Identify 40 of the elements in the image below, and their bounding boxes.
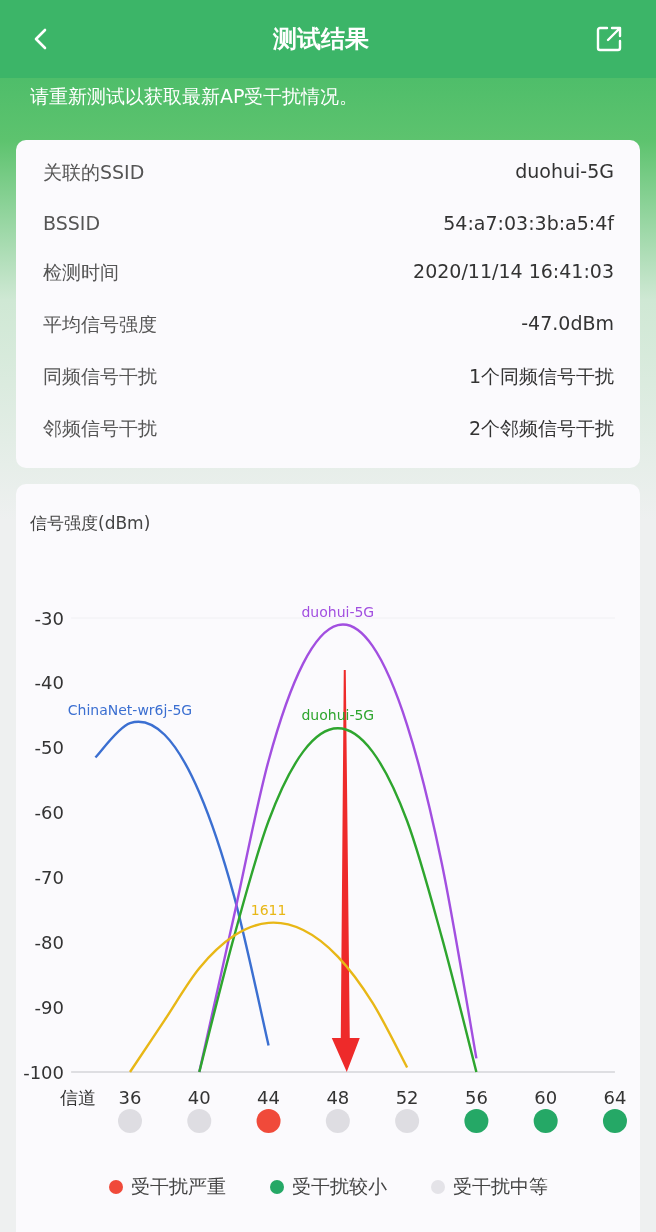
x-tick-label: 44 <box>257 1087 280 1106</box>
info-label: 关联的SSID <box>43 160 145 185</box>
info-value: 1个同频信号干扰 <box>468 364 614 389</box>
x-tick-label: 56 <box>464 1087 488 1106</box>
y-tick-label: -90 <box>34 996 64 1018</box>
y-tick-label: -60 <box>34 802 64 824</box>
curve-label: 1611 <box>250 901 287 918</box>
y-tick-label: -80 <box>34 931 64 953</box>
info-label: 邻频信号干扰 <box>43 416 157 441</box>
x-tick-label: 48 <box>326 1087 350 1106</box>
info-value: 2个邻频信号干扰 <box>468 416 614 441</box>
legend-label: 受干扰中等 <box>452 1174 548 1199</box>
legend-label: 受干扰较小 <box>291 1174 387 1199</box>
info-value: 2020/11/14 16:41:03 <box>413 260 614 284</box>
y-tick-label: -30 <box>34 607 64 629</box>
info-value: -47.0dBm <box>521 312 614 336</box>
info-label: BSSID <box>43 212 101 234</box>
page-title: 测试结果 <box>273 24 369 55</box>
curve-label: ChinaNet-wr6j-5G <box>67 702 193 719</box>
y-tick-label: -50 <box>34 737 64 759</box>
axis-title: 信号强度(dBm) <box>29 512 152 535</box>
y-tick-label: -70 <box>34 866 64 888</box>
info-label: 检测时间 <box>43 260 119 285</box>
x-tick-label: 36 <box>118 1087 142 1106</box>
curve-label: duohui-5G <box>301 604 375 621</box>
share-icon[interactable] <box>594 24 624 54</box>
x-tick-label: 64 <box>603 1087 627 1106</box>
info-label: 平均信号强度 <box>43 312 157 337</box>
legend-label: 受干扰严重 <box>130 1174 226 1199</box>
info-label: 同频信号干扰 <box>43 364 157 389</box>
info-value: 54:a7:03:3b:a5:4f <box>443 212 614 234</box>
x-axis-title: 信道 <box>60 1087 96 1106</box>
x-tick-label: 40 <box>187 1087 211 1106</box>
info-value: duohui-5G <box>515 160 614 184</box>
back-icon[interactable] <box>32 27 48 51</box>
notice-text: 请重新测试以获取最新AP受干扰情况。 <box>29 84 360 109</box>
x-tick-label: 52 <box>395 1087 419 1106</box>
y-tick-label: -40 <box>34 672 64 694</box>
x-tick-label: 60 <box>534 1087 558 1106</box>
y-tick-label: -100 <box>23 1061 64 1083</box>
